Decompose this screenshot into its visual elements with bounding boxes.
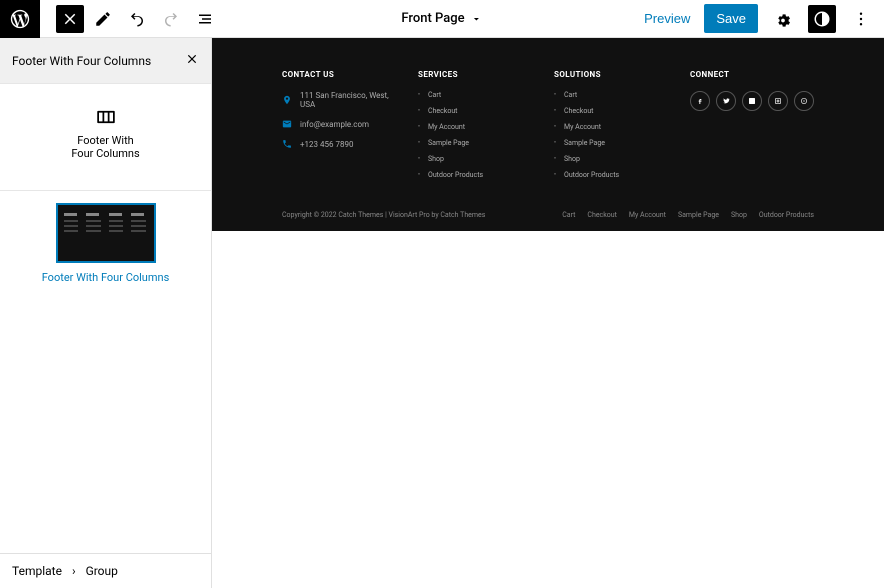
breadcrumb-root[interactable]: Template: [12, 564, 62, 578]
instagram-icon[interactable]: [768, 91, 788, 111]
footer-link[interactable]: Cart: [418, 91, 538, 99]
footer-link[interactable]: Checkout: [418, 107, 538, 115]
template-label: Front Page: [401, 11, 464, 26]
footer-bottom-link[interactable]: Sample Page: [678, 211, 719, 219]
footer-link[interactable]: My Account: [418, 123, 538, 131]
footer-head-services: SERVICES: [418, 70, 538, 79]
footer-col-contact: CONTACT US 111 San Francisco, West, USA …: [282, 70, 402, 187]
footer-bottom-link[interactable]: Shop: [731, 211, 747, 219]
pattern-block-name-l2: Four Columns: [71, 147, 139, 160]
footer-head-connect: CONNECT: [690, 70, 814, 79]
chevron-down-icon: [471, 13, 483, 25]
pattern-thumbnail-label: Footer With Four Columns: [8, 271, 203, 284]
footer-col-solutions: SOLUTIONS Cart Checkout My Account Sample P…: [554, 70, 674, 187]
undo-icon[interactable]: [122, 4, 152, 34]
footer-block[interactable]: CONTACT US 111 San Francisco, West, USA …: [212, 38, 884, 231]
template-selector[interactable]: Front Page: [401, 11, 482, 26]
copyright-text: Copyright © 2022 Catch Themes | VisionAr…: [282, 211, 485, 219]
phone-text: +123 456 7890: [300, 140, 353, 149]
close-icon[interactable]: [185, 52, 199, 69]
pinterest-icon[interactable]: [794, 91, 814, 111]
footer-bottom-link[interactable]: My Account: [629, 211, 666, 219]
close-sidebar-toggle[interactable]: [56, 5, 84, 33]
footer-link[interactable]: Checkout: [554, 107, 674, 115]
footer-link[interactable]: Outdoor Products: [554, 171, 674, 179]
wordpress-logo[interactable]: [0, 0, 40, 38]
pattern-block-preview[interactable]: Footer With Four Columns: [61, 100, 151, 170]
footer-col-services: SERVICES Cart Checkout My Account Sample Pa…: [418, 70, 538, 187]
footer-link[interactable]: Shop: [554, 155, 674, 163]
email-icon: [282, 119, 292, 129]
footer-bottom-link[interactable]: Outdoor Products: [759, 211, 814, 219]
sidebar-title: Footer With Four Columns: [12, 54, 151, 68]
phone-icon: [282, 139, 292, 149]
footer-bottom-link[interactable]: Cart: [562, 211, 575, 219]
footer-link[interactable]: Cart: [554, 91, 674, 99]
footer-link[interactable]: Sample Page: [554, 139, 674, 147]
columns-icon: [95, 110, 117, 124]
save-button[interactable]: Save: [704, 4, 758, 33]
footer-link[interactable]: My Account: [554, 123, 674, 131]
linkedin-icon[interactable]: [742, 91, 762, 111]
styles-icon[interactable]: [808, 5, 836, 33]
footer-col-connect: CONNECT: [690, 70, 814, 187]
edit-tool-icon[interactable]: [88, 4, 118, 34]
pattern-block-name-l1: Footer With: [77, 134, 134, 147]
pin-icon: [282, 95, 292, 105]
preview-button[interactable]: Preview: [636, 5, 698, 32]
redo-icon: [156, 4, 186, 34]
list-view-icon[interactable]: [190, 4, 220, 34]
pattern-thumbnail[interactable]: [56, 203, 156, 263]
footer-head-contact: CONTACT US: [282, 70, 402, 79]
breadcrumb-separator: ›: [72, 564, 76, 578]
options-icon[interactable]: [846, 4, 876, 34]
footer-bottom-link[interactable]: Checkout: [587, 211, 616, 219]
address-text: 111 San Francisco, West, USA: [300, 91, 402, 109]
facebook-icon[interactable]: [690, 91, 710, 111]
footer-head-solutions: SOLUTIONS: [554, 70, 674, 79]
email-text: info@example.com: [300, 120, 369, 129]
footer-link[interactable]: Shop: [418, 155, 538, 163]
footer-link[interactable]: Outdoor Products: [418, 171, 538, 179]
settings-icon[interactable]: [768, 4, 798, 34]
breadcrumb-leaf[interactable]: Group: [86, 564, 118, 578]
footer-link[interactable]: Sample Page: [418, 139, 538, 147]
twitter-icon[interactable]: [716, 91, 736, 111]
